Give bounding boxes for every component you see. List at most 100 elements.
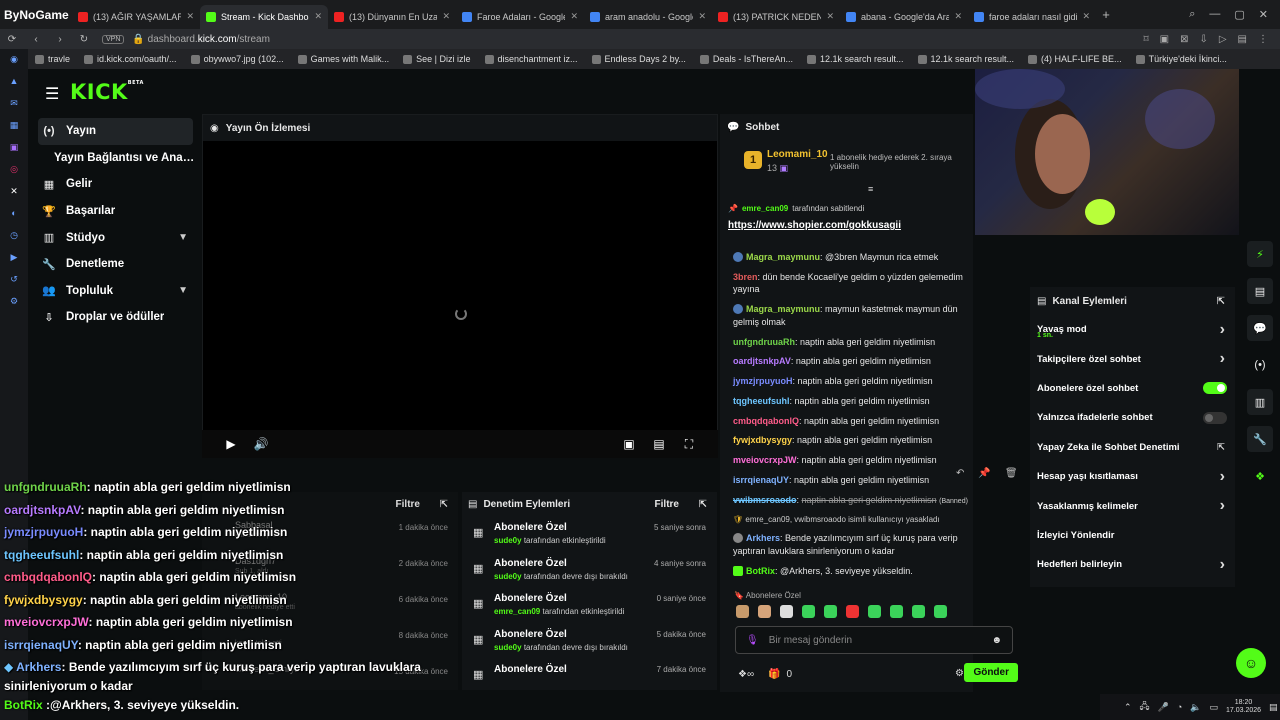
chat-username[interactable]: Magra_maymunu [746, 252, 820, 262]
tab-close-icon[interactable]: ✕ [954, 11, 962, 22]
bookmark-item[interactable]: Türkiye'deki İkinci... [1129, 54, 1234, 64]
nav-item[interactable]: (•) Yayın [38, 118, 193, 145]
channel-action-item[interactable]: Yalnızca ifadelerle sohbet [1030, 403, 1235, 432]
popout-icon[interactable]: ⇱ [1217, 296, 1225, 307]
tray-expand-icon[interactable]: ⌃ [1124, 702, 1132, 713]
emote-icon[interactable] [934, 605, 947, 618]
bookmark-item[interactable]: Games with Malik... [291, 54, 397, 64]
tab-close-icon[interactable]: ✕ [570, 11, 578, 22]
twitch-icon[interactable]: ▣ [7, 140, 21, 154]
emote-icon[interactable] [824, 605, 837, 618]
tab-close-icon[interactable]: ✕ [1082, 11, 1090, 22]
bookmark-item[interactable]: See | Dizi izle [396, 54, 477, 64]
channel-action-item[interactable]: Hedefleri belirleyin › [1030, 550, 1235, 579]
kick-logo[interactable]: KICKBETA [70, 80, 144, 104]
mod-action-row[interactable]: ▦ Abonelere Özel 7 dakika önce [462, 658, 717, 694]
chat-message[interactable]: jymzjrpuyuoH: naptin abla geri geldim ni… [733, 375, 973, 388]
vpn-badge[interactable]: VPN [102, 34, 125, 44]
chat-message[interactable]: tqgheeufsuhl: naptin abla geri geldim ni… [733, 395, 973, 408]
kick-rail-icon[interactable]: ❖ [1247, 463, 1273, 489]
browser-tab[interactable]: (13) AĞIR YAŞAMLARIN EN ✕ [72, 5, 200, 29]
mod-action-user[interactable]: emre_can09 [494, 607, 540, 616]
player-icon[interactable]: ▶ [7, 250, 21, 264]
emote-icon[interactable] [912, 605, 925, 618]
play-button[interactable]: ▶ [216, 437, 246, 451]
bookmark-item[interactable]: 12.1k search result... [800, 54, 911, 64]
browser-tab[interactable]: aram anadolu - Google'da ✕ [584, 5, 712, 29]
quick-action-icon[interactable]: ⚡ [1247, 241, 1273, 267]
reload-icon[interactable]: ⟳ [0, 34, 24, 45]
nav-item[interactable]: 🔧 Denetleme [38, 251, 200, 278]
bookmark-item[interactable]: 12.1k search result... [911, 54, 1022, 64]
calendar-icon[interactable]: ▦ [7, 118, 21, 132]
mod-action-user[interactable]: sude0y [494, 572, 522, 581]
chat-message[interactable]: Magra_maymunu: maymun kastetmek maymun d… [733, 303, 973, 328]
wallet-icon[interactable]: ▤ [1238, 34, 1247, 45]
hamburger-menu-icon[interactable]: ☰ [45, 84, 59, 104]
tab-close-icon[interactable]: ✕ [698, 11, 706, 22]
expand-icon[interactable]: ≡ [868, 184, 873, 194]
nav-item[interactable]: 🏆 Başarılar [38, 198, 200, 225]
chat-message[interactable]: mveiovcrxpJW: naptin abla geri geldim ni… [733, 454, 973, 467]
bookmark-item[interactable]: Endless Days 2 by... [585, 54, 693, 64]
send-button[interactable]: Gönder [964, 663, 1018, 682]
chat-username[interactable]: unfgndruuaRh [733, 337, 795, 347]
settings-icon[interactable]: ⚙ [7, 294, 21, 308]
chat-username[interactable]: Magra_maymunu [746, 304, 820, 314]
chat-username[interactable]: BotRix [746, 566, 775, 576]
fullscreen-button[interactable]: ⛶ [674, 437, 704, 452]
wrench-icon[interactable]: 🔧 [1247, 426, 1273, 452]
bookmark-item[interactable]: Deals - IsThereAn... [693, 54, 800, 64]
browser-tab[interactable]: (13) PATRICK NEDEN APTA ✕ [712, 5, 840, 29]
new-tab-button[interactable]: + [1096, 7, 1116, 22]
bookmark-item[interactable]: obywwo7.jpg (102... [184, 54, 291, 64]
download-icon[interactable]: ⇩ [1199, 34, 1207, 45]
emote-icon[interactable] [846, 605, 859, 618]
leader-username[interactable]: Leomami_10 [767, 149, 828, 160]
theater-button[interactable]: ▤ [644, 437, 674, 451]
maximize-icon[interactable]: ▢ [1234, 8, 1244, 21]
chat-message[interactable]: isrrqienaqUY: naptin abla geri geldim ni… [733, 474, 973, 487]
nav-item[interactable]: 👥 Topluluk ▼ [38, 278, 200, 305]
bookmark-icon[interactable]: ⌑ [1143, 34, 1148, 45]
chat-username[interactable]: oardjtsnkpAV [733, 356, 791, 366]
battery-icon[interactable]: ▭ [1209, 702, 1218, 713]
history-icon[interactable]: ↺ [7, 272, 21, 286]
tab-close-icon[interactable]: ✕ [186, 11, 194, 22]
chat-message[interactable]: fywjxdbysygy: naptin abla geri geldim ni… [733, 434, 973, 447]
mod-popout-icon[interactable]: ⇱ [699, 499, 707, 510]
tab-close-icon[interactable]: ✕ [314, 11, 322, 22]
clock-icon[interactable]: ◷ [7, 228, 21, 242]
nav-item[interactable]: Yayın Bağlantısı ve Anahtarı [38, 145, 200, 172]
chat-username[interactable]: 3bren [733, 272, 758, 282]
delete-icon[interactable]: 🗑 [1005, 468, 1018, 479]
toggle-switch[interactable] [1203, 411, 1227, 424]
emote-icon[interactable] [758, 605, 771, 618]
browser-tab[interactable]: Faroe Adaları - Google'da ✕ [456, 5, 584, 29]
chat-input[interactable]: 🎙 Bir mesaj gönderin ☻ [735, 626, 1013, 654]
wifi-icon[interactable]: ◔ [1177, 702, 1182, 712]
chat-username[interactable]: mveiovcrxpJW [733, 455, 797, 465]
mod-action-row[interactable]: ▦ Abonelere Özel sude0y tarafından devre d… [462, 552, 717, 588]
extension-icon[interactable]: ⊠ [1180, 34, 1188, 45]
channel-action-item[interactable]: Yasaklanmış kelimeler › [1030, 491, 1235, 520]
nav-item[interactable]: ▥ Stüdyo ▼ [38, 224, 200, 251]
chat-rail-icon[interactable]: 💬 [1247, 315, 1273, 341]
chat-username[interactable]: fywjxdbysygy [733, 435, 792, 445]
channel-action-item[interactable]: İzleyici Yönlendir [1030, 521, 1235, 550]
support-chat-button[interactable]: ☺ [1236, 648, 1266, 678]
url-field[interactable]: dashboard.kick.com/stream [148, 34, 270, 45]
minimize-icon[interactable]: — [1209, 8, 1220, 21]
channel-action-item[interactable]: Takipçilere özel sohbet › [1030, 344, 1235, 373]
back-icon[interactable]: ‹ [24, 34, 48, 45]
chat-settings-icon[interactable]: ⚙ [955, 668, 964, 679]
screenshot-icon[interactable]: ▣ [1160, 34, 1169, 45]
layout-icon[interactable]: ▥ [1247, 389, 1273, 415]
chat-username[interactable]: cmbqdqabonlQ [733, 416, 799, 426]
gift-leaderboard[interactable]: 1 Leomami_10 13 ▣ 1 abonelik hediye eder… [720, 144, 973, 180]
chat-message[interactable]: oardjtsnkpAV: naptin abla geri geldim ni… [733, 355, 973, 368]
chat-username[interactable]: tqgheeufsuhl [733, 396, 790, 406]
chat-username[interactable]: Arkhers [746, 533, 780, 543]
mod-action-row[interactable]: ▦ Abonelere Özel sude0y tarafından etkinle… [462, 516, 717, 552]
network-icon[interactable]: 🖧 [1140, 699, 1150, 715]
